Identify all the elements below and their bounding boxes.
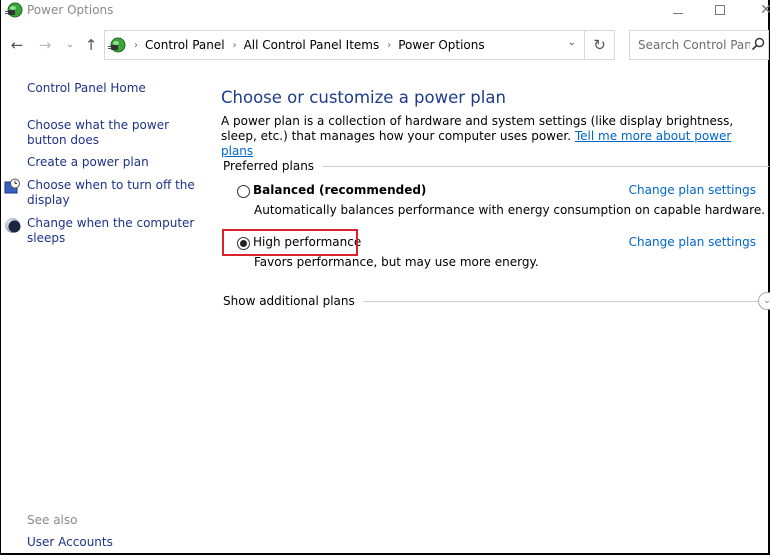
breadcrumb-power-options[interactable]: Power Options [398, 38, 484, 52]
plan-name[interactable]: High performance [253, 235, 361, 249]
high-performance-radio[interactable] [237, 237, 250, 250]
plan-high-performance: High performance Favors performance, but… [237, 235, 767, 271]
breadcrumb-control-panel[interactable]: Control Panel [145, 38, 225, 52]
up-button[interactable]: ↑ [81, 35, 101, 55]
recent-locations-button[interactable]: ⌄ [63, 35, 77, 55]
breadcrumb-separator-icon: › [134, 39, 138, 51]
power-options-window: Power Options ✕ ← → ⌄ ↑ › Control Panel … [0, 0, 770, 555]
minimize-button[interactable] [663, 0, 693, 20]
breadcrumb-separator-icon[interactable]: › [387, 40, 391, 51]
plan-description: Favors performance, but may use more ene… [254, 255, 539, 269]
window-title: Power Options [27, 3, 114, 17]
preferred-plans-header: Preferred plans [223, 159, 769, 173]
chevron-down-icon: ⌄ [763, 296, 770, 306]
plan-name[interactable]: Balanced (recommended) [253, 183, 426, 197]
sleep-moon-icon [5, 218, 21, 233]
display-clock-icon [4, 178, 20, 194]
plan-description: Automatically balances performance with … [254, 203, 766, 217]
sidebar-item-user-accounts[interactable]: User Accounts [27, 535, 205, 550]
sidebar-item-turn-off-display[interactable]: Choose when to turn off the display [27, 178, 205, 208]
close-icon: ✕ [760, 2, 770, 18]
page-title: Choose or customize a power plan [221, 88, 506, 107]
expand-additional-plans-button[interactable]: ⌄ [758, 292, 770, 310]
balanced-radio[interactable] [237, 185, 250, 198]
refresh-icon: ↻ [593, 36, 606, 54]
see-also-heading: See also [27, 513, 78, 527]
navigation-bar: ← → ⌄ ↑ › Control Panel › All Control Pa… [1, 28, 769, 61]
address-bar[interactable]: › Control Panel › All Control Panel Item… [104, 30, 585, 60]
plan-balanced: Balanced (recommended) Automatically bal… [237, 183, 767, 219]
sidebar-item-power-button[interactable]: Choose what the power button does [27, 118, 205, 148]
left-sidebar: Control Panel Home Choose what the power… [1, 78, 206, 550]
back-button[interactable]: ← [7, 35, 27, 55]
breadcrumb-separator-icon[interactable]: › [233, 40, 237, 51]
arrow-up-icon: ↑ [84, 36, 98, 54]
power-options-icon [108, 37, 126, 52]
change-plan-settings-link[interactable]: Change plan settings [629, 235, 756, 249]
title-bar: Power Options ✕ [1, 0, 770, 22]
chevron-down-icon: ⌄ [66, 40, 74, 50]
arrow-left-icon: ← [10, 36, 24, 54]
sidebar-item-control-panel-home[interactable]: Control Panel Home [27, 81, 205, 96]
arrow-right-icon: → [38, 36, 52, 54]
sidebar-item-create-plan[interactable]: Create a power plan [27, 155, 205, 170]
show-additional-plans-label[interactable]: Show additional plans [223, 294, 355, 308]
forward-button[interactable]: → [35, 35, 55, 55]
show-additional-plans-header[interactable]: Show additional plans [223, 294, 769, 308]
address-history-dropdown[interactable]: ⌄ [568, 37, 576, 48]
power-options-icon [5, 2, 23, 18]
divider [322, 165, 769, 167]
breadcrumb-all-control-panel-items[interactable]: All Control Panel Items [244, 38, 380, 52]
search-input[interactable] [638, 38, 750, 52]
divider [362, 300, 769, 302]
change-plan-settings-link[interactable]: Change plan settings [629, 183, 756, 197]
maximize-icon [715, 5, 725, 15]
intro-text: A power plan is a collection of hardware… [221, 114, 761, 159]
search-box[interactable] [629, 30, 769, 60]
close-button[interactable]: ✕ [751, 0, 770, 20]
preferred-plans-label: Preferred plans [223, 159, 315, 173]
minimize-icon [673, 12, 683, 14]
refresh-button[interactable]: ↻ [585, 30, 615, 60]
maximize-button[interactable] [705, 0, 735, 20]
search-icon[interactable] [751, 37, 765, 51]
sidebar-item-computer-sleeps[interactable]: Change when the computer sleeps [27, 216, 205, 246]
